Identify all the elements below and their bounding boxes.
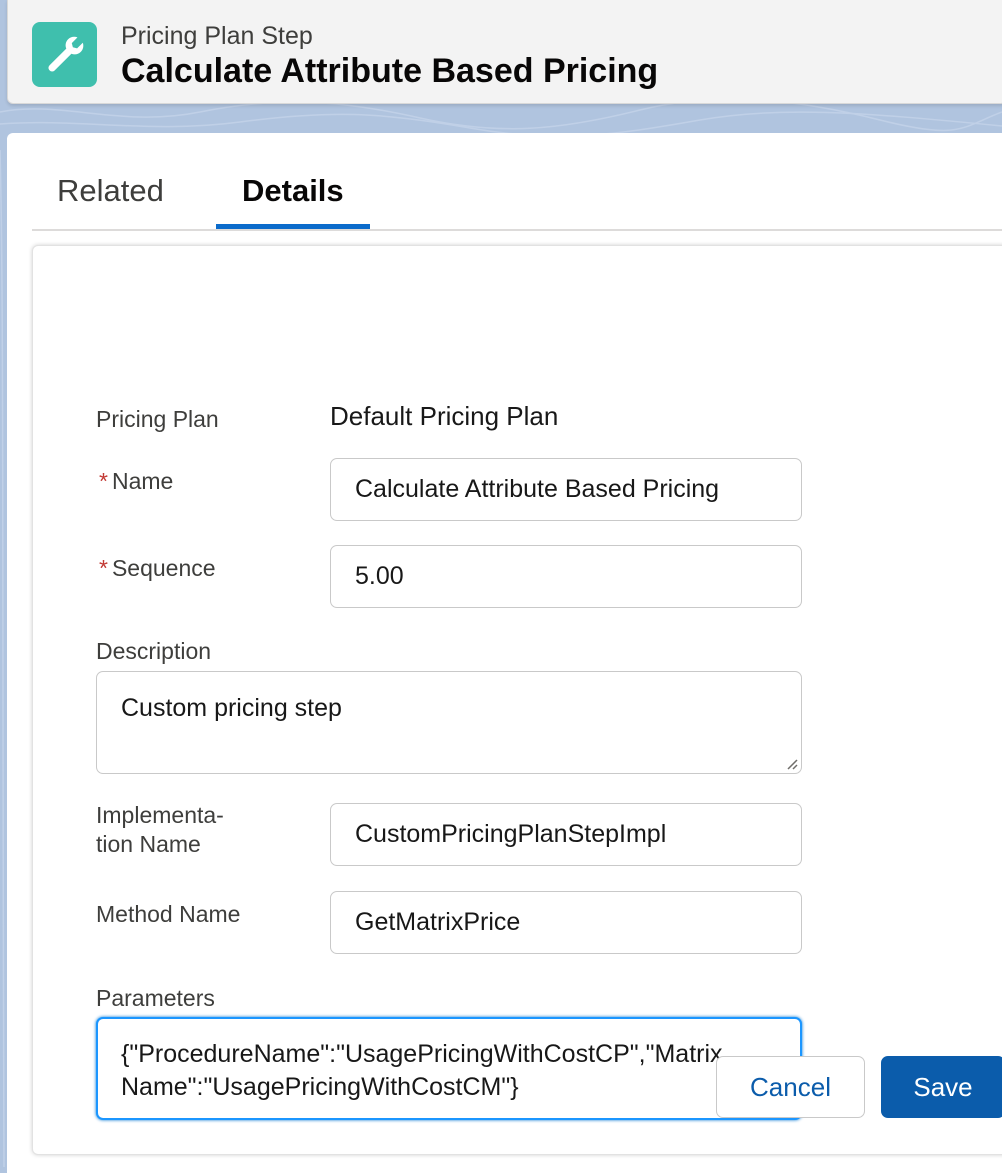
implementation-name-input[interactable]: CustomPricingPlanStepImpl: [330, 803, 802, 866]
required-marker: *: [99, 468, 108, 494]
tab-related[interactable]: Related: [57, 173, 164, 209]
edit-form: Pricing Plan Default Pricing Plan * Name …: [32, 245, 1002, 1155]
tab-bar: Related Details: [32, 133, 1002, 231]
object-type-label: Pricing Plan Step: [121, 22, 313, 50]
active-tab-indicator: [216, 224, 370, 229]
method-name-input[interactable]: GetMatrixPrice: [330, 891, 802, 954]
method-name-label: Method Name: [96, 901, 241, 927]
parameters-textarea[interactable]: {"ProcedureName":"UsagePricingWithCostCP…: [96, 1017, 802, 1120]
wrench-icon: [32, 22, 97, 87]
tab-details[interactable]: Details: [242, 173, 344, 209]
pricing-plan-value[interactable]: Default Pricing Plan: [330, 401, 558, 432]
record-header: Pricing Plan Step Calculate Attribute Ba…: [7, 0, 1002, 104]
cancel-button[interactable]: Cancel: [716, 1056, 865, 1118]
save-button[interactable]: Save: [881, 1056, 1002, 1118]
record-title: Calculate Attribute Based Pricing: [121, 52, 659, 90]
sequence-input[interactable]: 5.00: [330, 545, 802, 608]
sequence-label: * Sequence: [99, 555, 216, 581]
parameters-label: Parameters: [96, 985, 215, 1011]
implementation-name-label: Implementa- tion Name: [96, 802, 224, 857]
record-body: Related Details Pricing Plan Default Pri…: [7, 133, 1002, 1173]
resize-handle-icon[interactable]: [784, 756, 798, 770]
required-marker: *: [99, 555, 108, 581]
name-label: * Name: [99, 468, 174, 494]
description-textarea[interactable]: Custom pricing step: [96, 671, 802, 774]
description-label: Description: [96, 638, 212, 664]
pricing-plan-label: Pricing Plan: [96, 406, 219, 432]
name-input[interactable]: Calculate Attribute Based Pricing: [330, 458, 802, 521]
